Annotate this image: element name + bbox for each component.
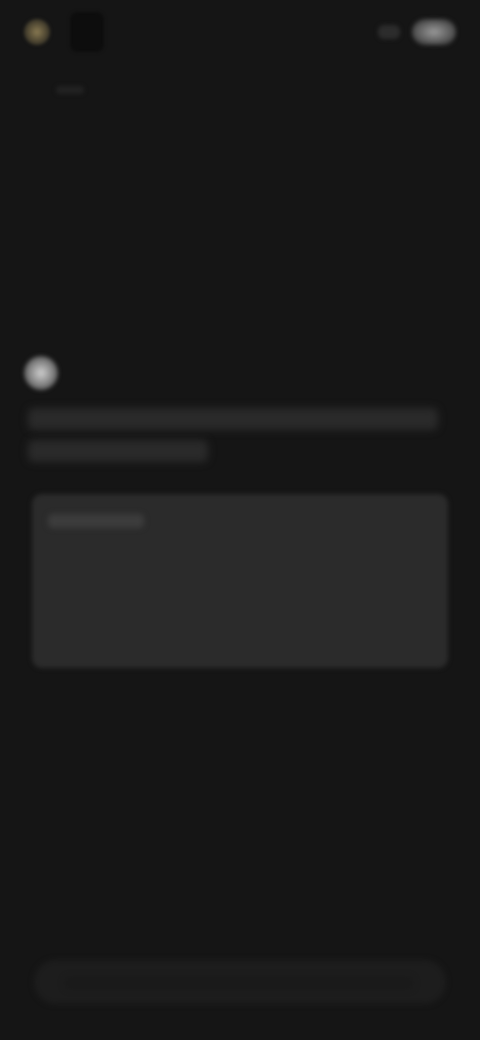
app-screen: [0, 0, 480, 1040]
app-logo-icon[interactable]: [24, 19, 50, 45]
menu-icon[interactable]: [378, 25, 400, 39]
header-left-group: [24, 12, 104, 52]
top-header: [24, 10, 456, 54]
header-right-group: [378, 19, 456, 45]
assistant-message-line: [28, 440, 208, 462]
model-selector-button[interactable]: [70, 12, 104, 52]
message-input-placeholder: [64, 976, 414, 990]
header-sub-label: [56, 86, 84, 94]
content-card-title: [48, 514, 144, 528]
assistant-message-line: [28, 408, 438, 430]
assistant-avatar-icon: [24, 356, 58, 390]
user-avatar-icon[interactable]: [412, 19, 456, 45]
